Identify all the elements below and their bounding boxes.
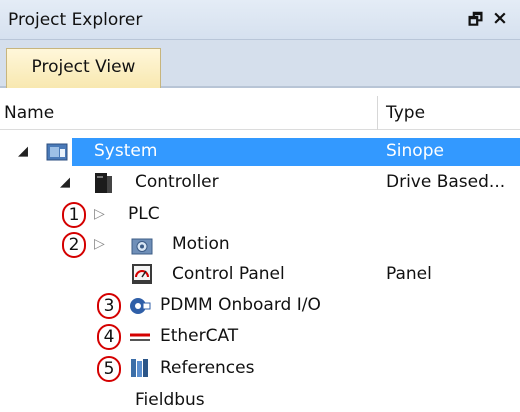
float-window-icon[interactable]: 🗗	[468, 9, 483, 36]
tab-strip: Project View	[0, 40, 520, 88]
tree-item-type: Sinope	[386, 141, 444, 161]
tree-item-plc[interactable]: 1 ▷ PLC	[0, 201, 520, 229]
callout-marker: 2	[62, 232, 86, 258]
expanded-arrow-icon[interactable]: ◢	[60, 175, 70, 190]
expanded-arrow-icon[interactable]: ◢	[18, 144, 28, 159]
tree-item-control-panel[interactable]: Control Panel Panel	[0, 261, 520, 289]
tree-item-label: System	[94, 141, 158, 161]
controller-icon	[95, 173, 112, 193]
collapsed-arrow-icon[interactable]: ▷	[94, 236, 105, 252]
panel-title: Project Explorer	[8, 10, 143, 30]
tree-item-label: References	[160, 358, 255, 378]
tree-item-label: Motion	[172, 234, 230, 254]
tree-item-fieldbus[interactable]: Fieldbus	[0, 384, 520, 412]
gauge-icon	[132, 264, 152, 284]
tree-item-motion[interactable]: 2 ▷ Motion	[0, 231, 520, 259]
close-icon[interactable]: ×	[492, 7, 508, 29]
tree-item-ethercat[interactable]: 4 EtherCAT	[0, 323, 520, 351]
tree-item-pdmm-onboard-io[interactable]: 3 PDMM Onboard I/O	[0, 292, 520, 320]
tree-item-label: Controller	[135, 172, 219, 192]
tree-item-label: Fieldbus	[135, 390, 205, 410]
column-header: Name Type	[0, 96, 520, 130]
panel-titlebar: Project Explorer 🗗 ×	[0, 0, 520, 40]
column-name-header[interactable]: Name	[4, 103, 54, 123]
ethercat-icon	[130, 333, 150, 341]
callout-marker: 4	[97, 324, 121, 350]
tree-item-references[interactable]: 5 References	[0, 355, 520, 383]
tree-item-controller[interactable]: ◢ Controller Drive Based...	[0, 169, 520, 197]
tree-item-system[interactable]: ◢ System Sinope	[0, 138, 520, 166]
tree-item-type: Drive Based...	[386, 172, 506, 192]
tree-item-type: Panel	[386, 264, 432, 284]
system-icon	[46, 143, 68, 161]
column-type-header[interactable]: Type	[386, 103, 425, 123]
tree-item-label: PLC	[128, 204, 160, 224]
tree-item-label: PDMM Onboard I/O	[160, 295, 321, 315]
callout-marker: 1	[62, 202, 86, 228]
tree-item-label: Control Panel	[172, 264, 285, 284]
tree-item-label: EtherCAT	[160, 326, 239, 346]
collapsed-arrow-icon[interactable]: ▷	[94, 206, 105, 222]
motion-icon	[131, 238, 153, 255]
books-icon	[131, 359, 148, 377]
callout-marker: 3	[97, 293, 121, 319]
column-divider[interactable]	[377, 96, 378, 130]
io-icon	[130, 298, 151, 314]
callout-marker: 5	[97, 356, 121, 382]
tab-project-view[interactable]: Project View	[6, 48, 161, 88]
